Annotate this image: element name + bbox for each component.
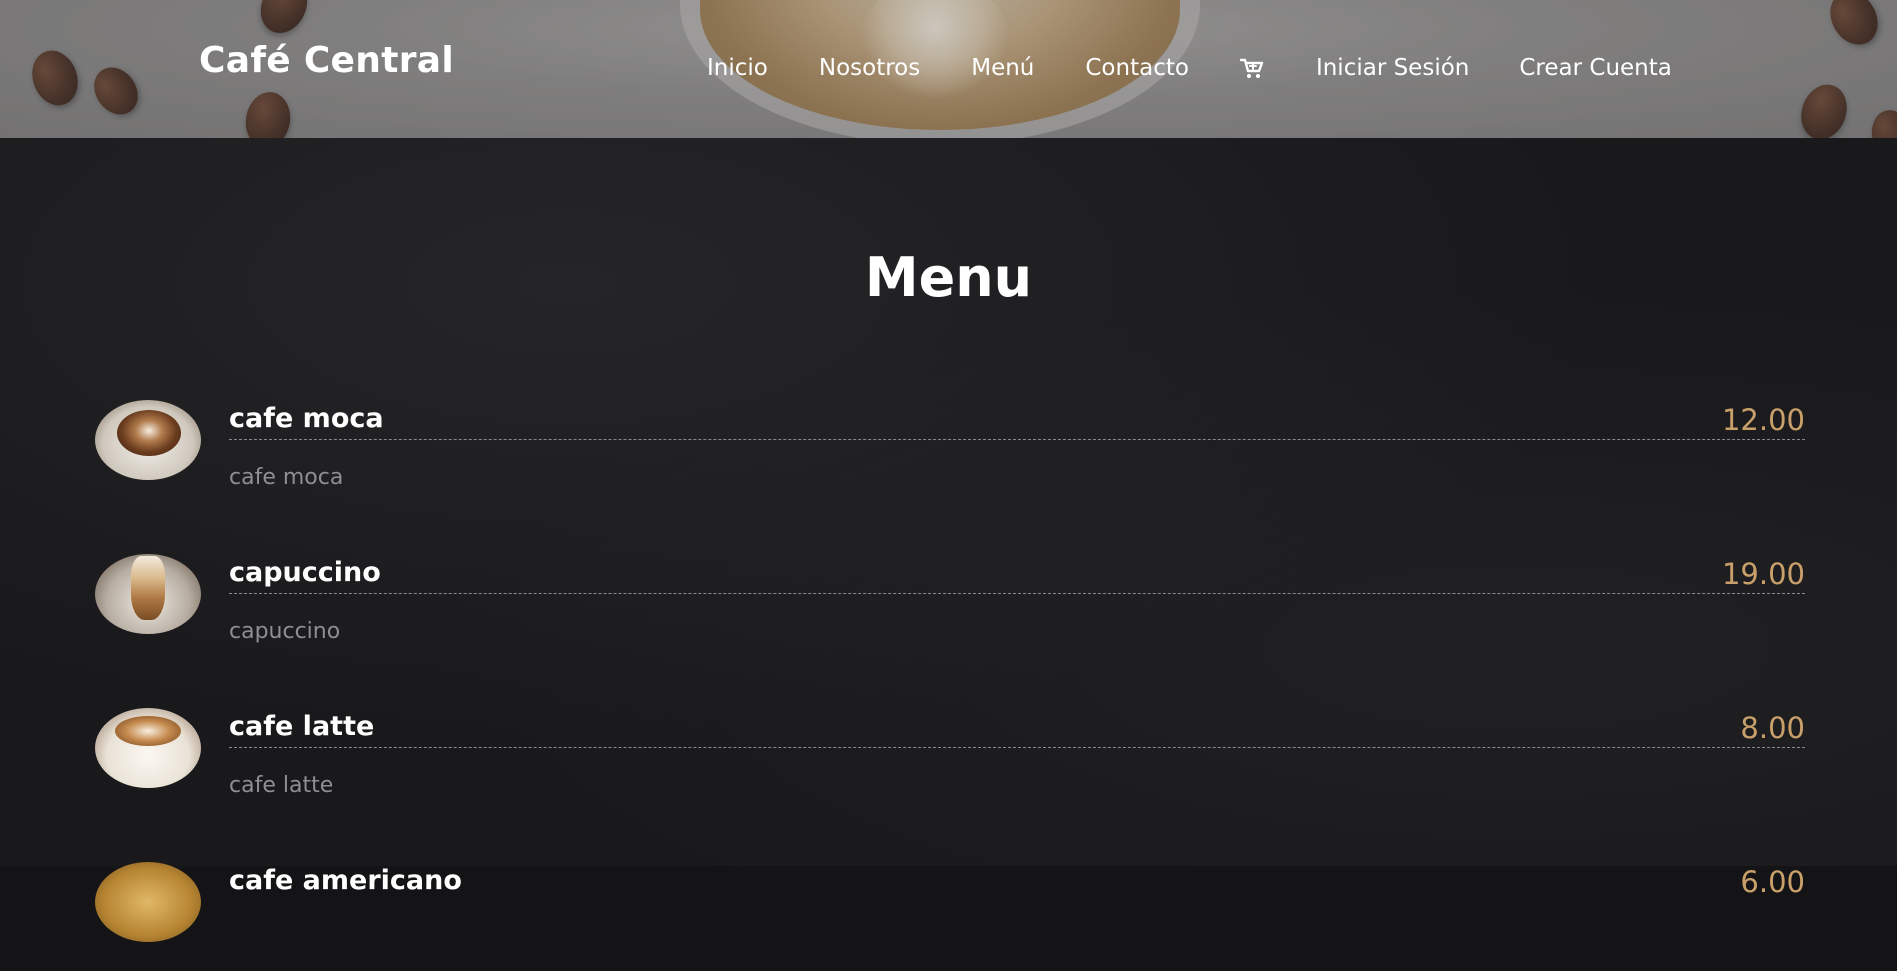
menu-item: cafe moca 12.00 cafe moca [95, 399, 1805, 509]
menu-item-name: cafe moca [229, 403, 384, 434]
site-header: Café Central Inicio Nosotros Menú Contac… [0, 0, 1897, 138]
menu-item-price: 6.00 [1740, 865, 1805, 899]
menu-section: Menu cafe moca 12.00 cafe moca capuccino… [0, 138, 1897, 942]
menu-item-price: 8.00 [1740, 711, 1805, 745]
nav-link-login[interactable]: Iniciar Sesión [1316, 55, 1469, 81]
menu-item-price: 19.00 [1721, 557, 1805, 591]
nav-link-menu[interactable]: Menú [971, 55, 1034, 81]
menu-item-divider [229, 747, 1805, 748]
menu-item-name: cafe latte [229, 711, 375, 742]
nav-link-contacto[interactable]: Contacto [1085, 55, 1189, 81]
menu-item-image [95, 708, 201, 788]
nav-link-nosotros[interactable]: Nosotros [819, 55, 920, 81]
menu-item-description: cafe moca [229, 465, 344, 490]
menu-item-image [95, 862, 201, 942]
menu-item-divider [229, 593, 1805, 594]
nav-link-inicio[interactable]: Inicio [707, 55, 768, 81]
menu-item-price: 12.00 [1721, 403, 1805, 437]
nav-link-signup[interactable]: Crear Cuenta [1519, 55, 1672, 81]
menu-item-name: capuccino [229, 557, 381, 588]
menu-item-divider [229, 439, 1805, 440]
menu-item-description: cafe latte [229, 773, 334, 798]
cart-icon [1239, 58, 1264, 78]
cart-button[interactable] [1239, 57, 1264, 79]
menu-item: cafe latte 8.00 cafe latte [95, 707, 1805, 817]
brand-logo[interactable]: Café Central [199, 40, 454, 81]
menu-item-description: capuccino [229, 619, 341, 644]
menu-item-image [95, 554, 201, 634]
menu-item-name: cafe americano [229, 865, 462, 896]
menu-item: capuccino 19.00 capuccino [95, 553, 1805, 663]
menu-item-image [95, 400, 201, 480]
menu-title: Menu [864, 246, 1033, 309]
main-nav: Inicio Nosotros Menú Contacto Iniciar Se… [707, 52, 1672, 84]
menu-item: cafe americano 6.00 [95, 861, 1805, 971]
